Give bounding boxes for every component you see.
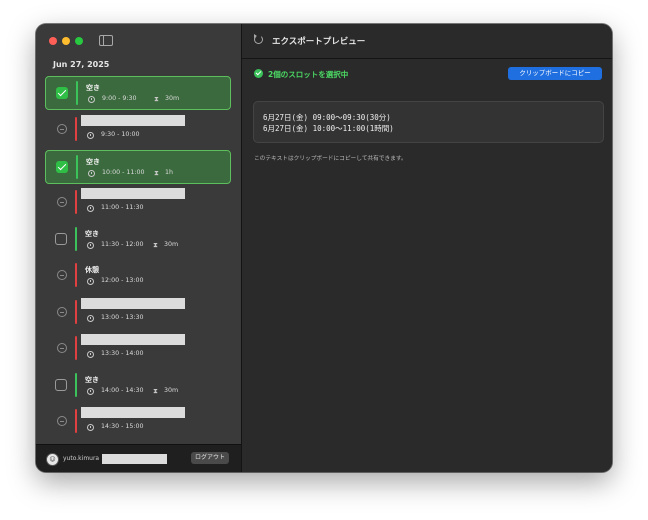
preview-line: 6月27日(金) 09:00〜09:30(30分) — [263, 113, 391, 122]
slot-item: 14:30 - 15:00 — [45, 405, 229, 437]
hourglass-icon: ⧗ — [154, 95, 159, 103]
slot-item[interactable]: 空き 9:00 - 9:30 ⧗ 30m — [45, 76, 231, 110]
slot-title: 空き — [86, 158, 100, 166]
redacted-title — [81, 298, 185, 309]
minus-circle-icon — [57, 270, 67, 280]
redacted-title — [81, 188, 185, 199]
zoom-window-button[interactable] — [75, 37, 83, 45]
date-header: Jun 27, 2025 — [53, 60, 110, 69]
username: yuto.kimura — [63, 455, 100, 462]
slot-item: 休憩 12:00 - 13:00 — [45, 259, 229, 291]
slot-title: 空き — [86, 84, 100, 92]
slot-duration: 30m — [164, 241, 179, 248]
slot-time: 14:00 - 14:30 — [101, 387, 144, 394]
checkbox-unchecked[interactable] — [55, 379, 67, 391]
username-redacted — [102, 454, 167, 464]
check-circle-icon — [254, 69, 263, 78]
minus-circle-icon — [57, 343, 67, 353]
app-window: Jun 27, 2025 空き 9:00 - 9:30 ⧗ 30m 9:30 - 10:… — [36, 24, 612, 472]
slot-time: 14:30 - 15:00 — [101, 423, 144, 430]
status-text: 2個のスロットを選択中 — [268, 70, 349, 79]
slot-duration: 30m — [164, 387, 179, 394]
slot-duration: 30m — [165, 95, 180, 102]
slot-color-bar — [75, 190, 77, 214]
minus-circle-icon — [57, 307, 67, 317]
clock-icon — [87, 351, 94, 358]
clock-icon — [88, 96, 95, 103]
page-title: エクスポートプレビュー — [272, 37, 366, 47]
redacted-title — [81, 407, 185, 418]
hourglass-icon: ⧗ — [153, 241, 158, 249]
slot-color-bar — [75, 373, 77, 397]
sidebar: Jun 27, 2025 空き 9:00 - 9:30 ⧗ 30m 9:30 - 10:… — [36, 24, 241, 472]
main-panel: エクスポートプレビュー 2個のスロットを選択中 クリップボードにコピー 6月27… — [241, 24, 612, 472]
checkbox-unchecked[interactable] — [55, 233, 67, 245]
slot-color-bar — [76, 81, 78, 105]
slot-color-bar — [75, 117, 77, 141]
minus-circle-icon — [57, 124, 67, 134]
slot-item: 11:00 - 11:30 — [45, 186, 229, 218]
slot-time: 10:00 - 11:00 — [102, 169, 145, 176]
slot-time: 9:30 - 10:00 — [101, 131, 140, 138]
redacted-title — [81, 115, 185, 126]
sidebar-footer: ☺ yuto.kimura ログアウト — [36, 444, 241, 472]
clock-icon — [87, 132, 94, 139]
minus-circle-icon — [57, 197, 67, 207]
checkbox-checked[interactable] — [56, 161, 68, 173]
slot-time: 12:00 - 13:00 — [101, 277, 144, 284]
slot-title: 空き — [85, 230, 99, 238]
slot-time: 11:30 - 12:00 — [101, 241, 144, 248]
refresh-icon[interactable] — [254, 34, 263, 44]
hourglass-icon: ⧗ — [154, 169, 159, 177]
slot-color-bar — [75, 263, 77, 287]
slot-color-bar — [76, 155, 78, 179]
clock-icon — [87, 242, 94, 249]
avatar: ☺ — [46, 453, 59, 466]
logout-button[interactable]: ログアウト — [191, 452, 229, 464]
clock-icon — [87, 424, 94, 431]
slot-color-bar — [75, 409, 77, 433]
redacted-title — [81, 334, 185, 345]
slot-time: 13:30 - 14:00 — [101, 350, 144, 357]
slot-color-bar — [75, 300, 77, 324]
clock-icon — [87, 315, 94, 322]
clock-icon — [87, 278, 94, 285]
slot-color-bar — [75, 227, 77, 251]
slot-item: 9:30 - 10:00 — [45, 113, 229, 145]
clock-icon — [87, 205, 94, 212]
hourglass-icon: ⧗ — [153, 387, 158, 395]
slot-item[interactable]: 空き 10:00 - 11:00 ⧗ 1h — [45, 150, 231, 184]
copy-to-clipboard-button[interactable]: クリップボードにコピー — [508, 67, 602, 80]
slot-title: 空き — [85, 376, 99, 384]
close-window-button[interactable] — [49, 37, 57, 45]
slot-color-bar — [75, 336, 77, 360]
slot-time: 9:00 - 9:30 — [102, 95, 137, 102]
sidebar-toggle-icon[interactable] — [99, 35, 113, 46]
slot-item[interactable]: 空き 11:30 - 12:00 ⧗ 30m — [45, 223, 229, 255]
checkbox-checked[interactable] — [56, 87, 68, 99]
slot-duration: 1h — [165, 169, 173, 176]
clock-icon — [88, 170, 95, 177]
minimize-window-button[interactable] — [62, 37, 70, 45]
clock-icon — [87, 388, 94, 395]
slot-time: 13:00 - 13:30 — [101, 314, 144, 321]
preview-line: 6月27日(金) 10:00〜11:00(1時間) — [263, 124, 394, 133]
main-header: エクスポートプレビュー — [242, 24, 612, 59]
slot-item: 13:00 - 13:30 — [45, 296, 229, 328]
slot-item[interactable]: 空き 14:00 - 14:30 ⧗ 30m — [45, 369, 229, 401]
export-preview-box[interactable]: 6月27日(金) 09:00〜09:30(30分) 6月27日(金) 10:00… — [253, 101, 604, 143]
slot-title: 休憩 — [85, 266, 99, 274]
minus-circle-icon — [57, 416, 67, 426]
hint-text: このテキストはクリップボードにコピーして共有できます。 — [254, 156, 407, 162]
slot-time: 11:00 - 11:30 — [101, 204, 144, 211]
slot-item: 13:30 - 14:00 — [45, 332, 229, 364]
